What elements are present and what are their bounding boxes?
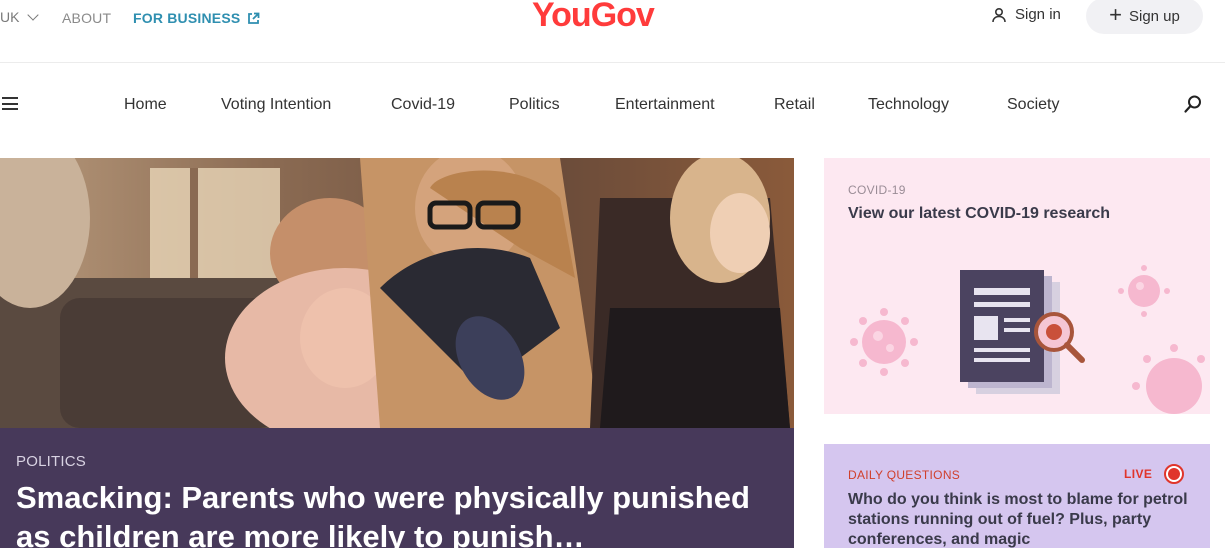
nav-item-home[interactable]: Home [124,96,167,114]
daily-card-title[interactable]: Who do you think is most to blame for pe… [848,490,1188,548]
plus-icon: + [1109,2,1122,27]
research-illustration [850,265,1205,414]
nav-item-covid-19[interactable]: Covid-19 [391,96,455,114]
chevron-down-icon [27,9,40,21]
external-link-icon [248,12,260,24]
sign-in-label: Sign in [1015,6,1061,23]
sign-up-button[interactable]: + Sign up [1086,0,1203,34]
region-selector[interactable]: UK [0,9,40,25]
nav-item-society[interactable]: Society [1007,96,1059,114]
hero-article[interactable]: POLITICS Smacking: Parents who were phys… [0,158,794,548]
nav-item-voting-intention[interactable]: Voting Intention [221,96,331,114]
sign-in-link[interactable]: Sign in [991,6,1061,23]
hero-category[interactable]: POLITICS [16,453,86,470]
covid-card-category: COVID-19 [848,183,906,197]
menu-icon[interactable] [2,97,18,110]
main-nav: Home Voting Intention Covid-19 Politics … [0,64,1225,144]
region-label: UK [0,9,20,25]
live-label: LIVE [1124,467,1153,481]
nav-item-retail[interactable]: Retail [774,96,815,114]
sign-up-label: Sign up [1128,7,1180,25]
user-icon [992,7,1006,22]
top-bar: UK ABOUT FOR BUSINESS YouGov Sign in + S… [0,0,1225,63]
for-business-label: FOR BUSINESS [133,10,241,26]
nav-item-technology[interactable]: Technology [868,96,949,114]
live-dot-icon [1164,464,1185,484]
for-business-link[interactable]: FOR BUSINESS [133,10,260,26]
yougov-logo[interactable]: YouGov [532,0,655,35]
about-link[interactable]: ABOUT [62,10,111,26]
hero-caption: POLITICS Smacking: Parents who were phys… [0,428,794,548]
covid-card-title[interactable]: View our latest COVID-19 research [848,205,1110,223]
covid-research-card[interactable]: COVID-19 View our latest COVID-19 resear… [824,158,1210,414]
hero-image [0,158,794,428]
daily-card-category: DAILY QUESTIONS [848,468,961,482]
daily-questions-card[interactable]: DAILY QUESTIONS LIVE Who do you think is… [824,444,1210,548]
live-indicator: LIVE [1124,464,1185,484]
search-icon[interactable] [1183,94,1203,114]
nav-item-entertainment[interactable]: Entertainment [615,96,715,114]
nav-item-politics[interactable]: Politics [509,96,560,114]
hero-title[interactable]: Smacking: Parents who were physically pu… [16,478,786,548]
